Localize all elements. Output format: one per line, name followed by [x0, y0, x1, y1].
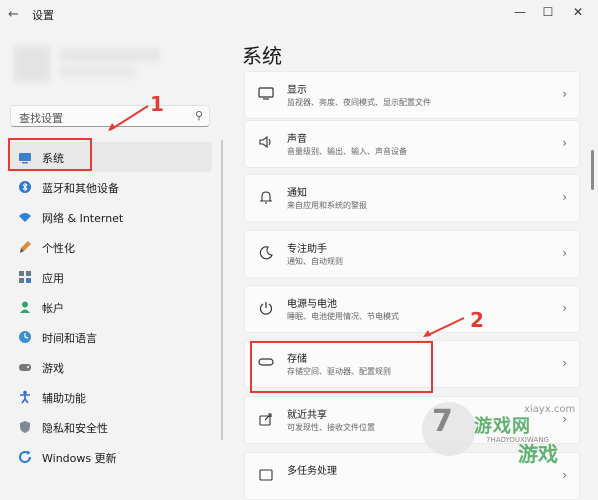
watermark: 7 游戏网 xiayx.com 7HAOYOUXIWANG 游戏 — [418, 394, 593, 469]
arrow-2 — [425, 317, 465, 337]
annotation-number-2: 2 — [470, 308, 484, 332]
annotation-number-1: 1 — [150, 92, 164, 116]
highlight-system-item — [8, 138, 92, 171]
highlight-storage-card — [250, 341, 433, 393]
watermark-text: 游戏网 — [474, 416, 531, 437]
watermark-digit: 7 — [432, 404, 453, 439]
watermark-domain: xiayx.com — [524, 404, 576, 415]
arrow-1 — [109, 105, 149, 131]
watermark-text-2: 游戏 — [518, 442, 558, 466]
